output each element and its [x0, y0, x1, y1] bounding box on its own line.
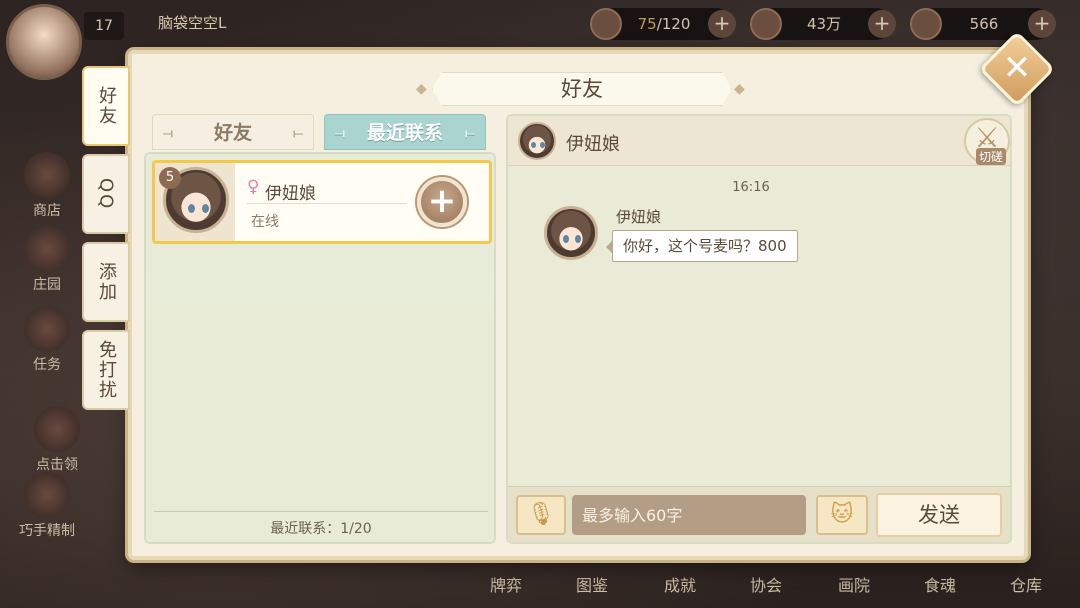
menu-claim[interactable]: 点击领: [24, 406, 90, 474]
divider: [247, 203, 407, 204]
chat-partner-avatar[interactable]: [518, 122, 556, 160]
avatar-frame: 5: [155, 163, 235, 241]
manor-icon: [24, 226, 70, 272]
avatar-eye: [202, 204, 209, 213]
message-bubble: 你好，这个号麦吗？800: [606, 230, 798, 262]
nav-achievements[interactable]: 成就: [650, 572, 710, 596]
cat-face-icon: 🐱: [830, 502, 854, 527]
player-name: 脑袋空空L: [158, 14, 227, 32]
avatar-eye: [540, 142, 545, 148]
stamina-add-button[interactable]: +: [708, 10, 736, 38]
send-button[interactable]: 发送: [876, 493, 1002, 537]
chat-input[interactable]: [572, 495, 806, 535]
stamina-max: /120: [656, 15, 691, 33]
copper-add-button[interactable]: +: [868, 10, 896, 38]
jade-icon: [910, 8, 942, 40]
bowl-icon: [590, 8, 622, 40]
tab-ornament-icon: ⟞: [163, 126, 173, 140]
plus-icon: +: [427, 181, 457, 221]
avatar-eye: [563, 235, 569, 243]
tasks-icon: [24, 306, 70, 352]
stamina-counter: 75/120 +: [590, 8, 736, 40]
duel-label: 切磋: [975, 148, 1006, 165]
chat-pane: 伊妞娘 ⚔ 切磋 16:16 伊妞娘 你好，这个号麦吗？800 🎙 🐱 发送: [506, 114, 1012, 544]
female-icon: ♀: [247, 177, 260, 197]
voice-button[interactable]: 🎙: [516, 495, 566, 535]
avatar-eye: [188, 204, 195, 213]
message-sender: 伊妞娘: [616, 208, 662, 226]
chat-input-bar: 🎙 🐱 发送: [508, 486, 1010, 542]
menu-crafting[interactable]: 巧手精制: [14, 472, 80, 540]
message-timestamp: 16:16: [732, 180, 770, 195]
shop-icon: [24, 152, 70, 198]
friend-list-pane: ⟞ 好友 ⟝ ⟞ 最近联系 ⟝ 5 ♀ 伊妞娘 在线 + 最近联系：1/20: [144, 114, 496, 544]
close-icon: ✕: [1002, 48, 1032, 88]
player-level: 17: [84, 12, 124, 40]
friends-modal: ◆ ◆ 好友 ✕ 好友 QQ 添加 免打扰 ⟞ 好友 ⟝ ⟞ 最近联系 ⟝ 5 …: [82, 30, 1056, 560]
friend-status: 在线: [251, 214, 279, 230]
microphone-icon: 🎙: [527, 502, 555, 527]
top-hud: 17 脑袋空空L 75/120 + 43万 + 566 +: [0, 0, 1080, 80]
coin-icon: [750, 8, 782, 40]
menu-manor[interactable]: 庄园: [14, 226, 80, 294]
avatar-eye: [575, 235, 581, 243]
jade-add-button[interactable]: +: [1028, 10, 1056, 38]
chat-header: 伊妞娘 ⚔ 切磋: [508, 116, 1010, 166]
tab-friends[interactable]: ⟞ 好友 ⟝: [152, 114, 314, 150]
crafting-icon: [24, 472, 70, 518]
emoji-button[interactable]: 🐱: [816, 495, 868, 535]
recent-contacts-count: 最近联系：1/20: [270, 521, 372, 537]
left-menu: 商店 庄园 任务 点击领 巧手精制: [0, 60, 90, 608]
nav-guild[interactable]: 协会: [736, 572, 796, 596]
divider: [154, 511, 488, 512]
list-item[interactable]: 5 ♀ 伊妞娘 在线 +: [152, 160, 492, 244]
side-tab-add[interactable]: 添加: [82, 242, 130, 322]
add-friend-button[interactable]: +: [417, 177, 467, 227]
friend-name: 伊妞娘: [265, 184, 316, 204]
modal-title: 好友: [561, 77, 603, 101]
chat-message: 伊妞娘 你好，这个号麦吗？800: [544, 206, 964, 276]
claim-icon: [34, 406, 80, 452]
recent-contacts-list[interactable]: 5 ♀ 伊妞娘 在线 + 最近联系：1/20: [144, 152, 496, 544]
menu-tasks[interactable]: 任务: [14, 306, 80, 374]
tab-ornament-icon: ⟝: [465, 126, 475, 140]
jade-counter: 566 +: [910, 8, 1056, 40]
menu-shop[interactable]: 商店: [14, 152, 80, 220]
nav-warehouse[interactable]: 仓库: [996, 572, 1056, 596]
tab-ornament-icon: ⟝: [293, 126, 303, 140]
copper-counter: 43万 +: [750, 8, 896, 40]
tab-ornament-icon: ⟞: [335, 126, 345, 140]
side-tab-friends[interactable]: 好友: [82, 66, 130, 146]
nav-cards[interactable]: 牌弈: [476, 572, 536, 596]
sender-avatar[interactable]: [544, 206, 598, 260]
tab-recent-contacts[interactable]: ⟞ 最近联系 ⟝: [324, 114, 486, 150]
chat-partner-name: 伊妞娘: [566, 134, 620, 155]
side-tab-do-not-disturb[interactable]: 免打扰: [82, 330, 130, 410]
stamina-current: 75: [637, 15, 657, 33]
modal-title-banner: ◆ ◆ 好友: [416, 72, 745, 106]
friend-level-badge: 5: [159, 167, 181, 189]
nav-gallery[interactable]: 画院: [824, 572, 884, 596]
nav-food-souls[interactable]: 食魂: [910, 572, 970, 596]
jade-value: 566: [969, 15, 999, 33]
copper-value: 43万: [806, 15, 842, 33]
nav-codex[interactable]: 图鉴: [562, 572, 622, 596]
avatar-eye: [531, 142, 536, 148]
side-tab-qq[interactable]: QQ: [82, 154, 130, 234]
